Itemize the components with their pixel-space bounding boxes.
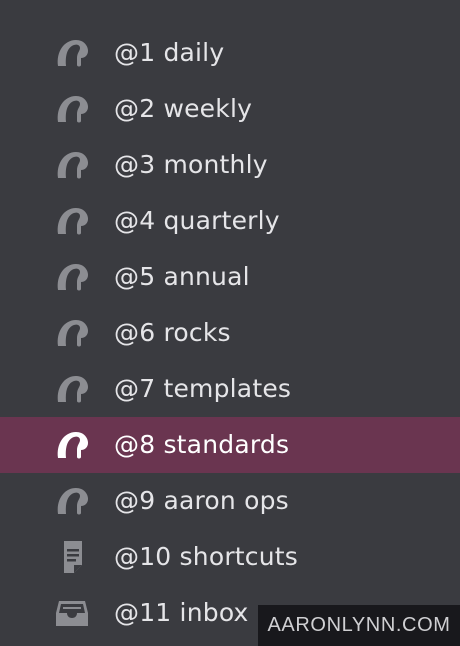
sidebar-item-quarterly[interactable]: @4 quarterly <box>0 193 460 249</box>
omnifocus-perspective-icon <box>55 429 89 461</box>
omnifocus-perspective-icon <box>55 37 89 69</box>
document-icon <box>55 541 89 573</box>
omnifocus-perspective-icon <box>55 93 89 125</box>
omnifocus-perspective-icon <box>55 149 89 181</box>
sidebar-item-label: @2 weekly <box>114 94 253 123</box>
sidebar-item-label: @1 daily <box>114 38 225 67</box>
sidebar-item-label: @4 quarterly <box>114 206 280 235</box>
sidebar-item-label: @9 aaron ops <box>114 486 289 515</box>
sidebar-item-monthly[interactable]: @3 monthly <box>0 137 460 193</box>
inbox-tray-icon <box>55 597 89 629</box>
sidebar-item-label: @8 standards <box>114 430 290 459</box>
sidebar-item-shortcuts[interactable]: @10 shortcuts <box>0 529 460 585</box>
omnifocus-perspective-icon <box>55 373 89 405</box>
sidebar-item-label: @10 shortcuts <box>114 542 299 571</box>
sidebar-item-label: @5 annual <box>114 262 250 291</box>
sidebar-item-label: @11 inbox <box>114 598 249 627</box>
sidebar-item-annual[interactable]: @5 annual <box>0 249 460 305</box>
sidebar-item-daily[interactable]: @1 daily <box>0 25 460 81</box>
omnifocus-perspective-icon <box>55 485 89 517</box>
watermark: AARONLYNN.COM <box>258 605 460 646</box>
omnifocus-perspective-icon <box>55 205 89 237</box>
omnifocus-perspective-icon <box>55 261 89 293</box>
sidebar-item-label: @7 templates <box>114 374 292 403</box>
sidebar-item-templates[interactable]: @7 templates <box>0 361 460 417</box>
sidebar-item-aaron-ops[interactable]: @9 aaron ops <box>0 473 460 529</box>
sidebar-item-label: @3 monthly <box>114 150 268 179</box>
perspectives-sidebar: @1 daily @2 weekly @3 monthly @4 quarter… <box>0 0 460 646</box>
omnifocus-perspective-icon <box>55 317 89 349</box>
sidebar-item-weekly[interactable]: @2 weekly <box>0 81 460 137</box>
sidebar-item-label: @6 rocks <box>114 318 231 347</box>
sidebar-item-standards[interactable]: @8 standards <box>0 417 460 473</box>
sidebar-item-rocks[interactable]: @6 rocks <box>0 305 460 361</box>
